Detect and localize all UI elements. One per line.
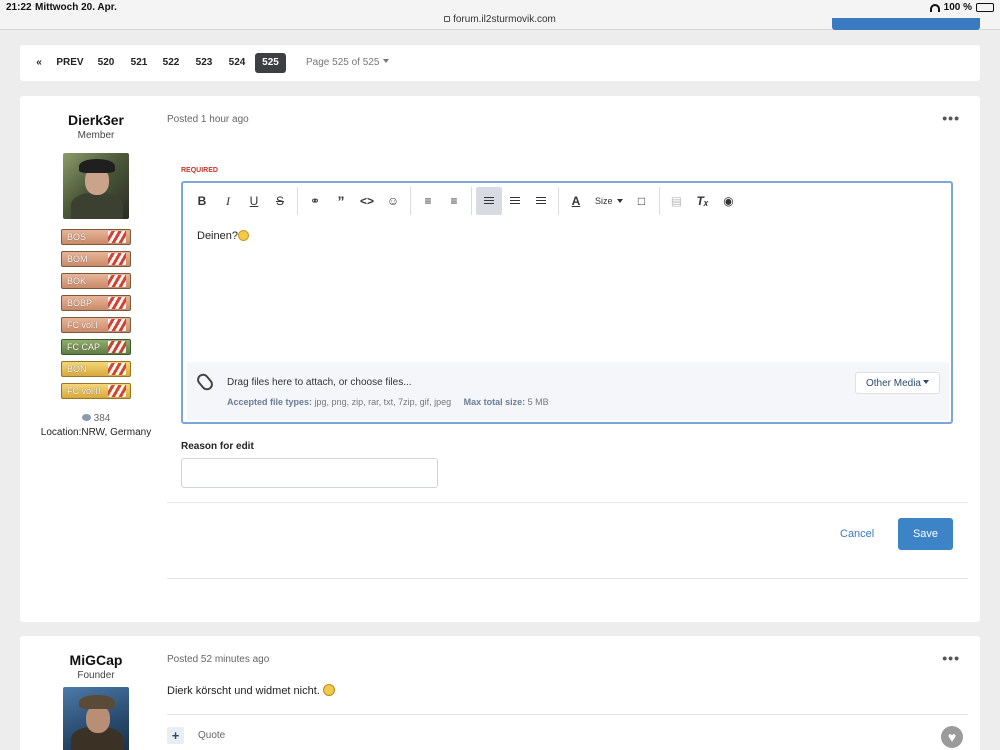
italic-icon[interactable]: I (215, 187, 241, 215)
post-timestamp[interactable]: Posted 52 minutes ago (167, 654, 269, 665)
caret-down-icon (383, 59, 390, 63)
attach-instructions[interactable]: Drag files here to attach, or choose fil… (227, 377, 412, 388)
page-jump-dropdown[interactable]: Page 525 of 525 (306, 53, 390, 73)
badge-fc-vol2: FC vol.II (61, 383, 131, 399)
status-right: 100 % (929, 2, 994, 13)
caret-down-icon (616, 199, 623, 203)
battery-percent: 100 % (943, 2, 972, 13)
required-label: REQUIRED (181, 167, 218, 174)
quote-button[interactable]: Quote (198, 730, 225, 741)
avatar[interactable] (63, 153, 129, 219)
align-right-icon[interactable] (528, 187, 554, 215)
badge-bok: BOK (61, 273, 131, 289)
preview-icon[interactable]: □ (629, 187, 655, 215)
comment-icon (81, 414, 91, 421)
lock-icon (444, 16, 451, 22)
font-size-label: Size (595, 196, 613, 206)
bold-icon[interactable]: B (189, 187, 215, 215)
caret-down-icon (923, 380, 929, 384)
header-button-edge[interactable] (832, 18, 980, 30)
divider (167, 714, 968, 715)
battery-icon (976, 3, 994, 12)
editor-toolbar: B I U S ⚭ ” <> ☺ ≡ ≡ A Size □ ▤ Tₓ ◉ (183, 183, 951, 219)
url-text: forum.il2sturmovik.com (453, 14, 556, 25)
first-page-button[interactable]: « (32, 53, 46, 73)
page-524[interactable]: 524 (223, 53, 251, 73)
post-text: Dierk körscht und widmet nicht. (167, 685, 320, 697)
page-of-label: Page 525 of 525 (306, 57, 380, 68)
post-dierk3er: Dierk3er Member BOS BOM BOK BOBP FC vol.… (20, 96, 980, 622)
font-size-dropdown[interactable]: Size (589, 196, 629, 206)
other-media-label: Other Media (865, 378, 921, 389)
badge-fc-vol1: FC vol.I (61, 317, 131, 333)
badge-bom: BOM (61, 251, 131, 267)
editor-text: Deinen? (197, 230, 238, 242)
accepted-types: jpg, png, zip, rar, txt, 7zip, gif, jpeg (314, 397, 452, 407)
max-size-label: Max total size: (463, 397, 526, 407)
attach-info: Accepted file types: jpg, png, zip, rar,… (227, 397, 549, 407)
code-icon[interactable]: <> (354, 187, 380, 215)
multiquote-button[interactable]: + (167, 727, 184, 744)
post-timestamp[interactable]: Posted 1 hour ago (167, 114, 249, 125)
wifi-icon (929, 3, 940, 12)
badge-bos: BOS (61, 229, 131, 245)
page-525-current[interactable]: 525 (255, 53, 286, 73)
badge-bon: BON (61, 361, 131, 377)
prev-page-button[interactable]: PREV (54, 53, 86, 73)
divider (167, 502, 968, 503)
emoji-icon[interactable]: ☺ (380, 187, 406, 215)
other-media-button[interactable]: Other Media (854, 372, 940, 394)
author-role: Member (77, 130, 115, 141)
list-ol-icon[interactable]: ≡ (441, 187, 467, 215)
underline-icon[interactable]: U (241, 187, 267, 215)
status-time: 21:22 (6, 2, 32, 13)
reason-label: Reason for edit (181, 441, 254, 452)
post-content: Dierk körscht und widmet nicht. (167, 684, 335, 697)
page-521[interactable]: 521 (125, 53, 153, 73)
link-icon[interactable]: ⚭ (302, 187, 328, 215)
divider (167, 578, 968, 579)
post-count[interactable]: 384 (20, 413, 172, 424)
max-size-value: 5 MB (527, 397, 549, 407)
avatar[interactable] (63, 687, 129, 750)
author-panel: Dierk3er Member BOS BOM BOK BOBP FC vol.… (20, 112, 172, 438)
clear-format-icon[interactable]: Tₓ (690, 187, 716, 215)
page-522[interactable]: 522 (157, 53, 185, 73)
page-520[interactable]: 520 (92, 53, 120, 73)
heart-icon[interactable] (941, 726, 963, 748)
more-options-icon[interactable]: ••• (942, 110, 960, 126)
rich-text-editor[interactable]: B I U S ⚭ ” <> ☺ ≡ ≡ A Size □ ▤ Tₓ ◉ Dei… (181, 181, 953, 424)
accepted-label: Accepted file types: (227, 397, 313, 407)
post-migcap: MiGCap Founder Posted 52 minutes ago •••… (20, 636, 980, 750)
eye-icon[interactable]: ◉ (716, 187, 742, 215)
list-ul-icon[interactable]: ≡ (415, 187, 441, 215)
save-button[interactable]: Save (898, 518, 953, 550)
flushed-emoji-icon (237, 230, 249, 241)
page-523[interactable]: 523 (190, 53, 218, 73)
author-name[interactable]: Dierk3er (20, 112, 172, 128)
unamused-emoji-icon (322, 684, 335, 696)
font-color-icon[interactable]: A (563, 187, 589, 215)
author-name[interactable]: MiGCap (20, 652, 172, 668)
align-left-icon[interactable] (476, 187, 502, 215)
paperclip-icon (194, 371, 216, 393)
paste-icon[interactable]: ▤ (664, 187, 690, 215)
pagination: « PREV 520 521 522 523 524 525 Page 525 … (20, 45, 980, 81)
badge-bobp: BOBP (61, 295, 131, 311)
status-date: Mittwoch 20. Apr. (35, 2, 117, 13)
author-role: Founder (77, 670, 115, 681)
cancel-button[interactable]: Cancel (840, 528, 874, 540)
author-location: Location:NRW, Germany (40, 427, 152, 438)
badge-list: BOS BOM BOK BOBP FC vol.I FC CAP BON FC … (61, 229, 131, 399)
align-center-icon[interactable] (502, 187, 528, 215)
badge-fc-cap: FC CAP (61, 339, 131, 355)
reason-input[interactable] (181, 458, 438, 488)
more-options-icon[interactable]: ••• (942, 650, 960, 666)
attachment-area[interactable]: Drag files here to attach, or choose fil… (187, 362, 949, 420)
author-panel: MiGCap Founder (20, 652, 172, 750)
quote-icon[interactable]: ” (328, 187, 354, 215)
post-count-value: 384 (93, 413, 111, 424)
strikethrough-icon[interactable]: S (267, 187, 293, 215)
editor-content[interactable]: Deinen? (197, 230, 249, 242)
